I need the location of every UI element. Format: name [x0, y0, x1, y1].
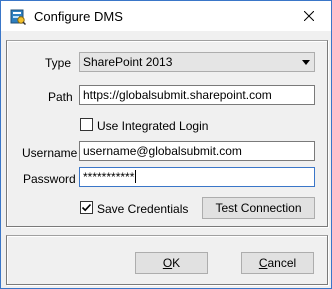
- ok-mnemonic: O: [162, 256, 173, 270]
- password-input[interactable]: ***********: [79, 167, 315, 187]
- save-credentials-label[interactable]: Save Credentials: [97, 202, 188, 216]
- dms-app-icon: [10, 9, 26, 25]
- close-icon: [303, 11, 314, 21]
- checkmark-icon: [81, 203, 92, 212]
- integrated-login-label[interactable]: Use Integrated Login: [97, 119, 208, 133]
- title-bar: Configure DMS: [1, 1, 331, 31]
- type-select-value: SharePoint 2013: [83, 55, 173, 69]
- window-title: Configure DMS: [34, 9, 123, 24]
- test-connection-button[interactable]: Test Connection: [202, 197, 315, 219]
- password-mask: ***********: [83, 170, 135, 184]
- integrated-login-checkbox[interactable]: [80, 118, 93, 131]
- close-button[interactable]: [286, 1, 331, 31]
- password-label: Password: [23, 172, 76, 186]
- text-cursor: [135, 170, 137, 183]
- ok-button[interactable]: OK: [135, 252, 208, 274]
- configure-dms-dialog: Configure DMS Type SharePoint 2013 Path …: [0, 0, 332, 289]
- type-label: Type: [45, 56, 72, 70]
- ok-rest: K: [172, 256, 181, 270]
- cancel-rest: ancel: [267, 256, 297, 270]
- username-input[interactable]: username@globalsubmit.com: [79, 141, 315, 161]
- chevron-down-icon: [302, 60, 310, 65]
- type-select[interactable]: SharePoint 2013: [79, 52, 315, 72]
- save-credentials-checkbox[interactable]: [80, 201, 93, 214]
- username-label: Username: [22, 146, 78, 160]
- cancel-button[interactable]: Cancel: [241, 252, 314, 274]
- path-input[interactable]: https://globalsubmit.sharepoint.com: [79, 85, 315, 105]
- path-label: Path: [48, 90, 73, 104]
